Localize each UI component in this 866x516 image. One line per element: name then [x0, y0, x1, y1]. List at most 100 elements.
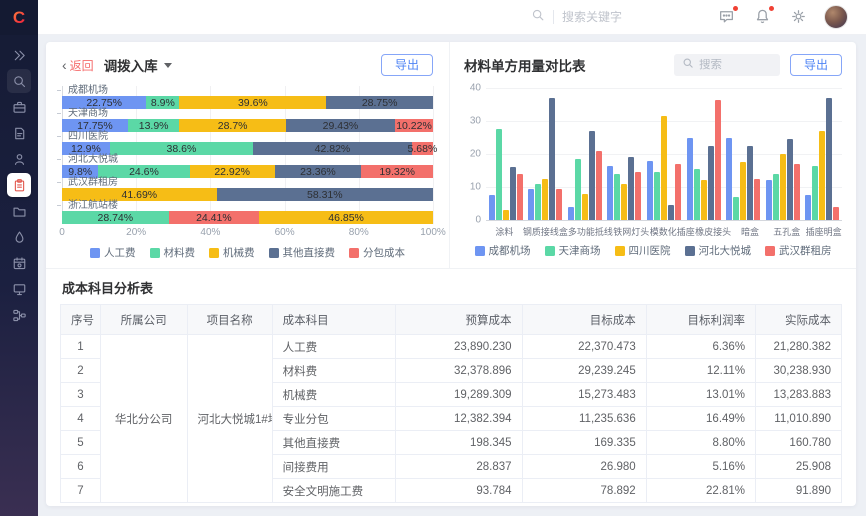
bar-segment: 39.6%: [179, 96, 326, 109]
cell-budget-cost: 32,378.896: [396, 359, 523, 383]
x-axis-category-label: 铁网灯头: [613, 225, 650, 238]
file-edit-icon[interactable]: [7, 121, 31, 145]
global-search[interactable]: [531, 8, 672, 27]
cell-project: 河北大悦城1#地块项目: [187, 335, 272, 503]
bar: [647, 161, 653, 220]
cell-actual-cost: 30,238.930: [756, 359, 842, 383]
legend-item[interactable]: 机械费: [209, 245, 255, 260]
bar-group: [803, 88, 843, 220]
droplet-icon[interactable]: [7, 225, 31, 249]
cell-index: 6: [61, 455, 101, 479]
cell-cost-item: 人工费: [272, 335, 395, 359]
x-axis-tick: 60%: [275, 227, 295, 238]
legend-item[interactable]: 四川医院: [615, 243, 671, 258]
legend-label: 人工费: [104, 245, 136, 260]
bar: [542, 179, 548, 220]
settings-icon[interactable]: [790, 8, 808, 26]
app-logo[interactable]: C: [0, 0, 38, 35]
chevron-down-icon[interactable]: [164, 63, 172, 68]
bar-group: [684, 88, 724, 220]
bar: [528, 189, 534, 220]
clipboard-icon[interactable]: [7, 173, 31, 197]
cell-index: 5: [61, 431, 101, 455]
cell-target-margin: 8.80%: [646, 431, 755, 455]
stacked-bar-row: 武汉群租房41.69%58.31%: [62, 178, 433, 201]
legend-item[interactable]: 分包成本: [349, 245, 405, 260]
topbar-icons: [718, 8, 808, 26]
y-axis-tick: 40: [470, 83, 481, 94]
bar: [812, 166, 818, 220]
bar-category-label: 浙江航站楼: [62, 201, 433, 210]
legend-swatch: [475, 246, 485, 256]
legend-item[interactable]: 河北大悦城: [685, 243, 752, 258]
bar: [701, 180, 707, 220]
cell-budget-cost: 28.837: [396, 455, 523, 479]
legend-item[interactable]: 天津商场: [545, 243, 601, 258]
bar-group: [526, 88, 566, 220]
bar: [496, 129, 502, 220]
cell-index: 3: [61, 383, 101, 407]
grouped-chart-legend: 成都机场 天津商场四川医院河北大悦城武汉群租房: [464, 243, 842, 258]
stacked-bar: 28.74%24.41%46.85%: [62, 211, 433, 224]
legend-swatch: [209, 248, 219, 258]
bar-group: [723, 88, 763, 220]
calendar-settings-icon[interactable]: [7, 251, 31, 275]
cell-target-cost: 78.892: [522, 479, 646, 503]
stacked-bar-row: 浙江航站楼28.74%24.41%46.85%: [62, 201, 433, 224]
global-search-input[interactable]: [562, 10, 672, 24]
user-approve-icon[interactable]: [7, 147, 31, 171]
messages-icon[interactable]: [718, 8, 736, 26]
briefcase-icon[interactable]: [7, 95, 31, 119]
y-axis-tick: 10: [470, 182, 481, 193]
panel-search-input[interactable]: [699, 59, 763, 71]
bar: [621, 184, 627, 220]
bar-segment: 28.75%: [326, 96, 433, 109]
legend-label: 天津商场: [559, 243, 601, 258]
monitor-icon[interactable]: [7, 277, 31, 301]
legend-item[interactable]: 成都机场: [475, 243, 531, 258]
x-axis-tick: 40%: [200, 227, 220, 238]
x-axis-category-label: 橡皮接头: [695, 225, 732, 238]
x-axis-tick: 0: [59, 227, 65, 238]
cell-target-cost: 11,235.636: [522, 407, 646, 431]
notifications-icon[interactable]: [754, 8, 772, 26]
x-axis-category-label: 暗盒: [732, 225, 769, 238]
legend-swatch: [349, 248, 359, 258]
legend-item[interactable]: 材料费: [150, 245, 196, 260]
stacked-chart-x-axis: 020%40%60%80%100%: [62, 227, 433, 240]
x-axis-line: [486, 220, 842, 221]
cell-budget-cost: 12,382.394: [396, 407, 523, 431]
bar-category-label: 河北大悦城: [62, 155, 433, 164]
cell-cost-item: 机械费: [272, 383, 395, 407]
bar: [556, 189, 562, 220]
expand-icon[interactable]: [7, 43, 31, 67]
column-header: 所属公司: [100, 305, 187, 335]
bar-segment: 46.85%: [259, 211, 433, 224]
back-button[interactable]: ‹ 返回: [62, 57, 94, 74]
table-title: 成本科目分析表: [60, 269, 842, 304]
user-avatar[interactable]: [824, 5, 848, 29]
cell-target-margin: 16.49%: [646, 407, 755, 431]
right-export-button[interactable]: 导出: [790, 54, 842, 76]
bar: [747, 146, 753, 220]
folder-icon[interactable]: [7, 199, 31, 223]
cell-company: 华北分公司: [100, 335, 187, 503]
legend-label: 机械费: [223, 245, 255, 260]
legend-item[interactable]: 其他直接费: [269, 245, 336, 260]
left-export-button[interactable]: 导出: [381, 54, 433, 76]
cell-cost-item: 安全文明施工费: [272, 479, 395, 503]
panel-search[interactable]: [674, 54, 780, 76]
search-icon[interactable]: [7, 69, 31, 93]
legend-item[interactable]: 武汉群租房: [765, 243, 832, 258]
legend-swatch: [685, 246, 695, 256]
bar-groups: [486, 88, 842, 220]
bar: [780, 154, 786, 220]
x-axis-category-label: 模数化插座: [650, 225, 695, 238]
x-axis-tick: 20%: [126, 227, 146, 238]
material-usage-panel: 材料单方用量对比表 导出 010203040 涂料钢质接线盒多功能抵线铁网灯头模…: [450, 42, 856, 268]
workflow-icon[interactable]: [7, 303, 31, 327]
stacked-bar: 17.75%13.9%28.7%29.43%10.22%: [62, 119, 433, 132]
legend-item[interactable]: 人工费: [90, 245, 136, 260]
left-panel-title[interactable]: 调拨入库: [104, 55, 158, 75]
bar: [687, 138, 693, 221]
